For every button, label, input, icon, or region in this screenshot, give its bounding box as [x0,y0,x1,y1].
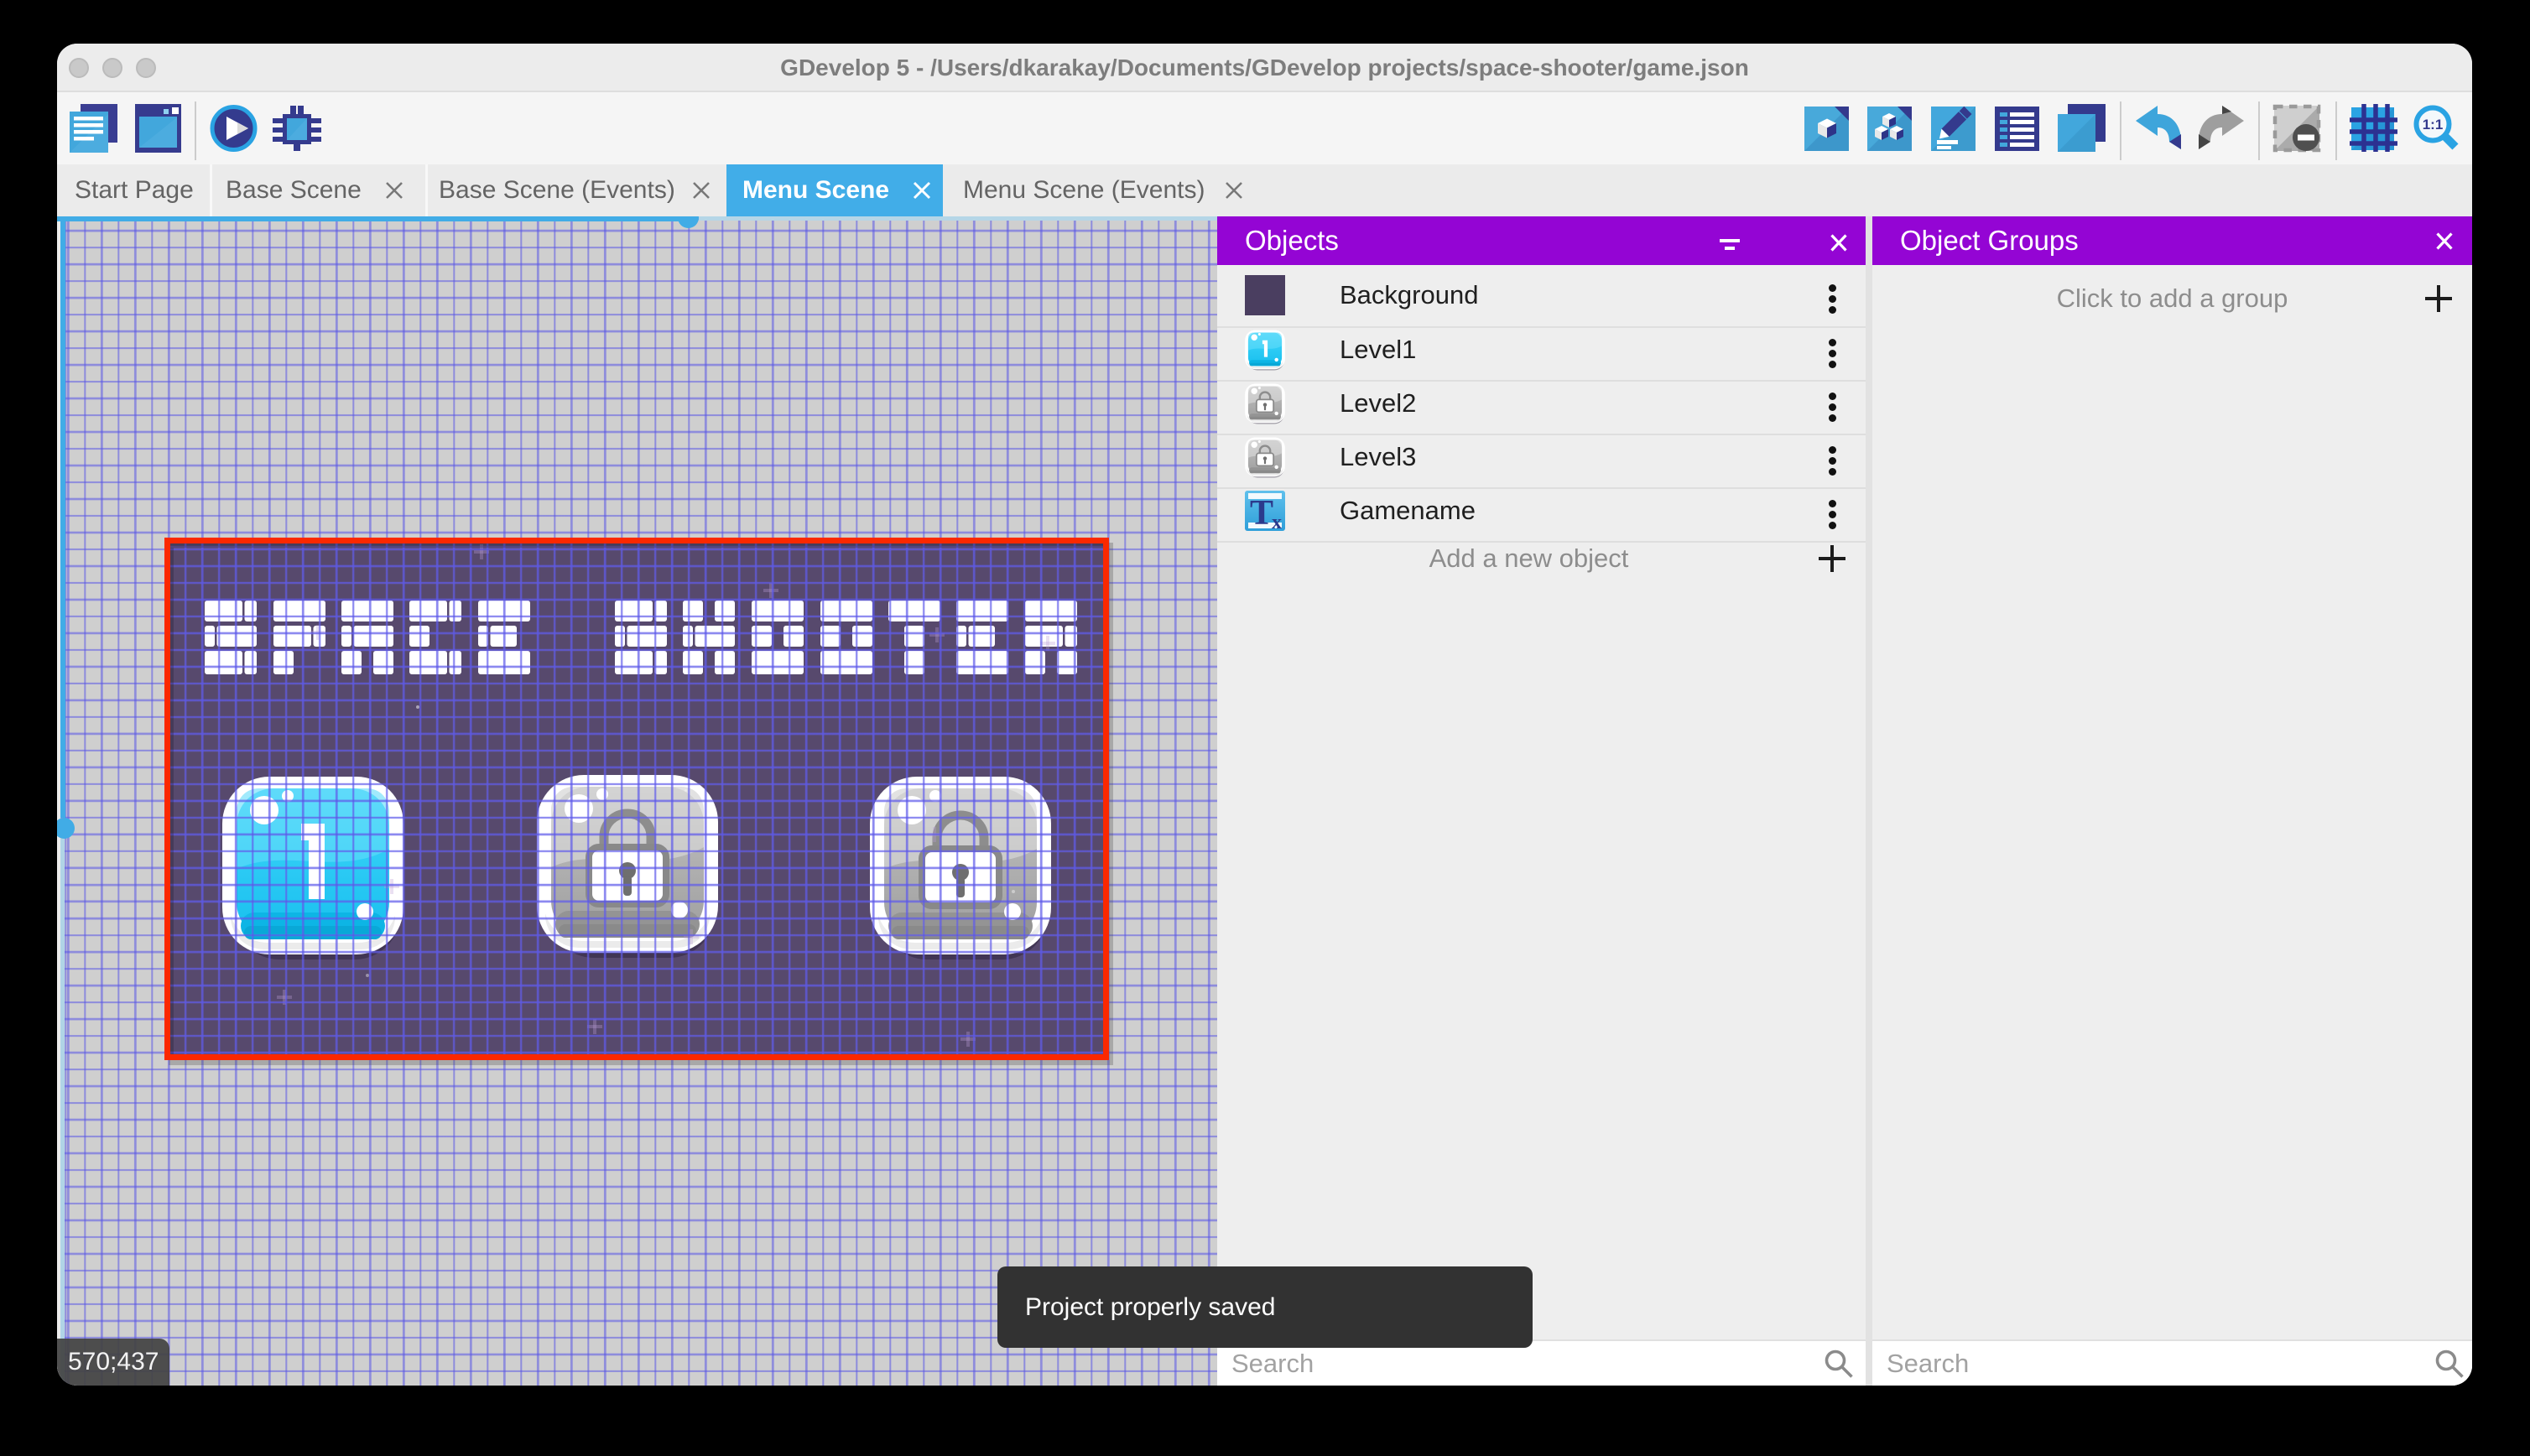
svg-text:T: T [1250,494,1273,531]
svg-text:1:1: 1:1 [2423,117,2444,133]
svg-text:x: x [1272,512,1282,531]
